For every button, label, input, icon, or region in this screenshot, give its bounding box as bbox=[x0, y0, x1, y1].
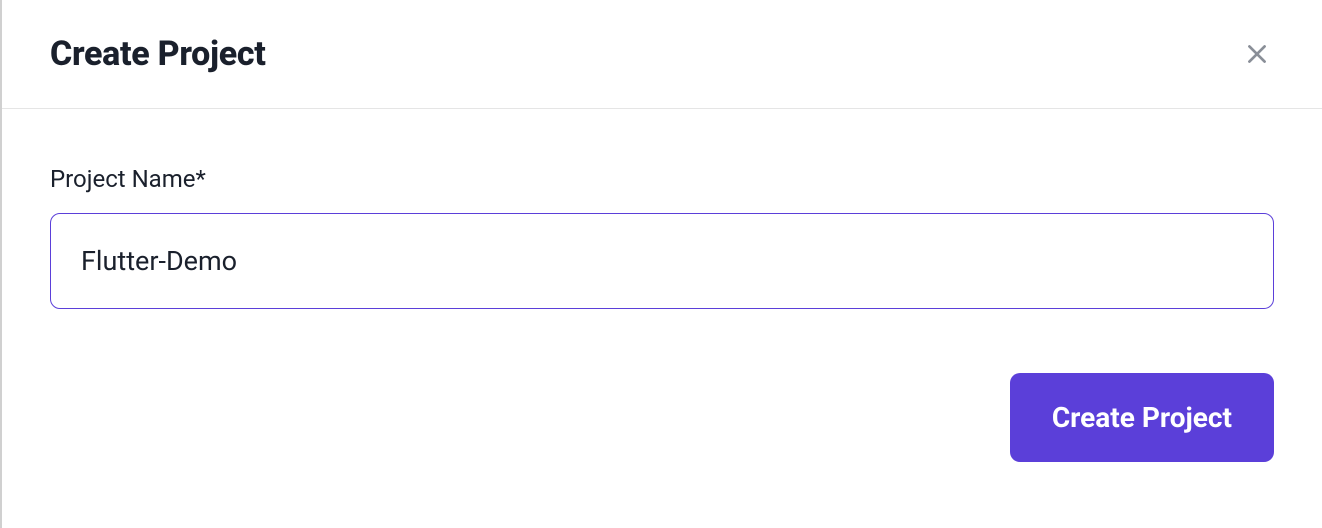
close-button[interactable] bbox=[1240, 37, 1274, 71]
modal-body: Project Name* bbox=[2, 109, 1322, 309]
project-name-input[interactable] bbox=[50, 213, 1274, 309]
modal-footer: Create Project bbox=[2, 309, 1322, 462]
create-project-modal: Create Project Project Name* Create Proj… bbox=[0, 0, 1322, 528]
close-icon bbox=[1244, 41, 1270, 67]
modal-title: Create Project bbox=[50, 34, 266, 74]
project-name-label: Project Name* bbox=[50, 165, 1274, 193]
create-project-button[interactable]: Create Project bbox=[1010, 373, 1274, 462]
modal-header: Create Project bbox=[2, 0, 1322, 109]
